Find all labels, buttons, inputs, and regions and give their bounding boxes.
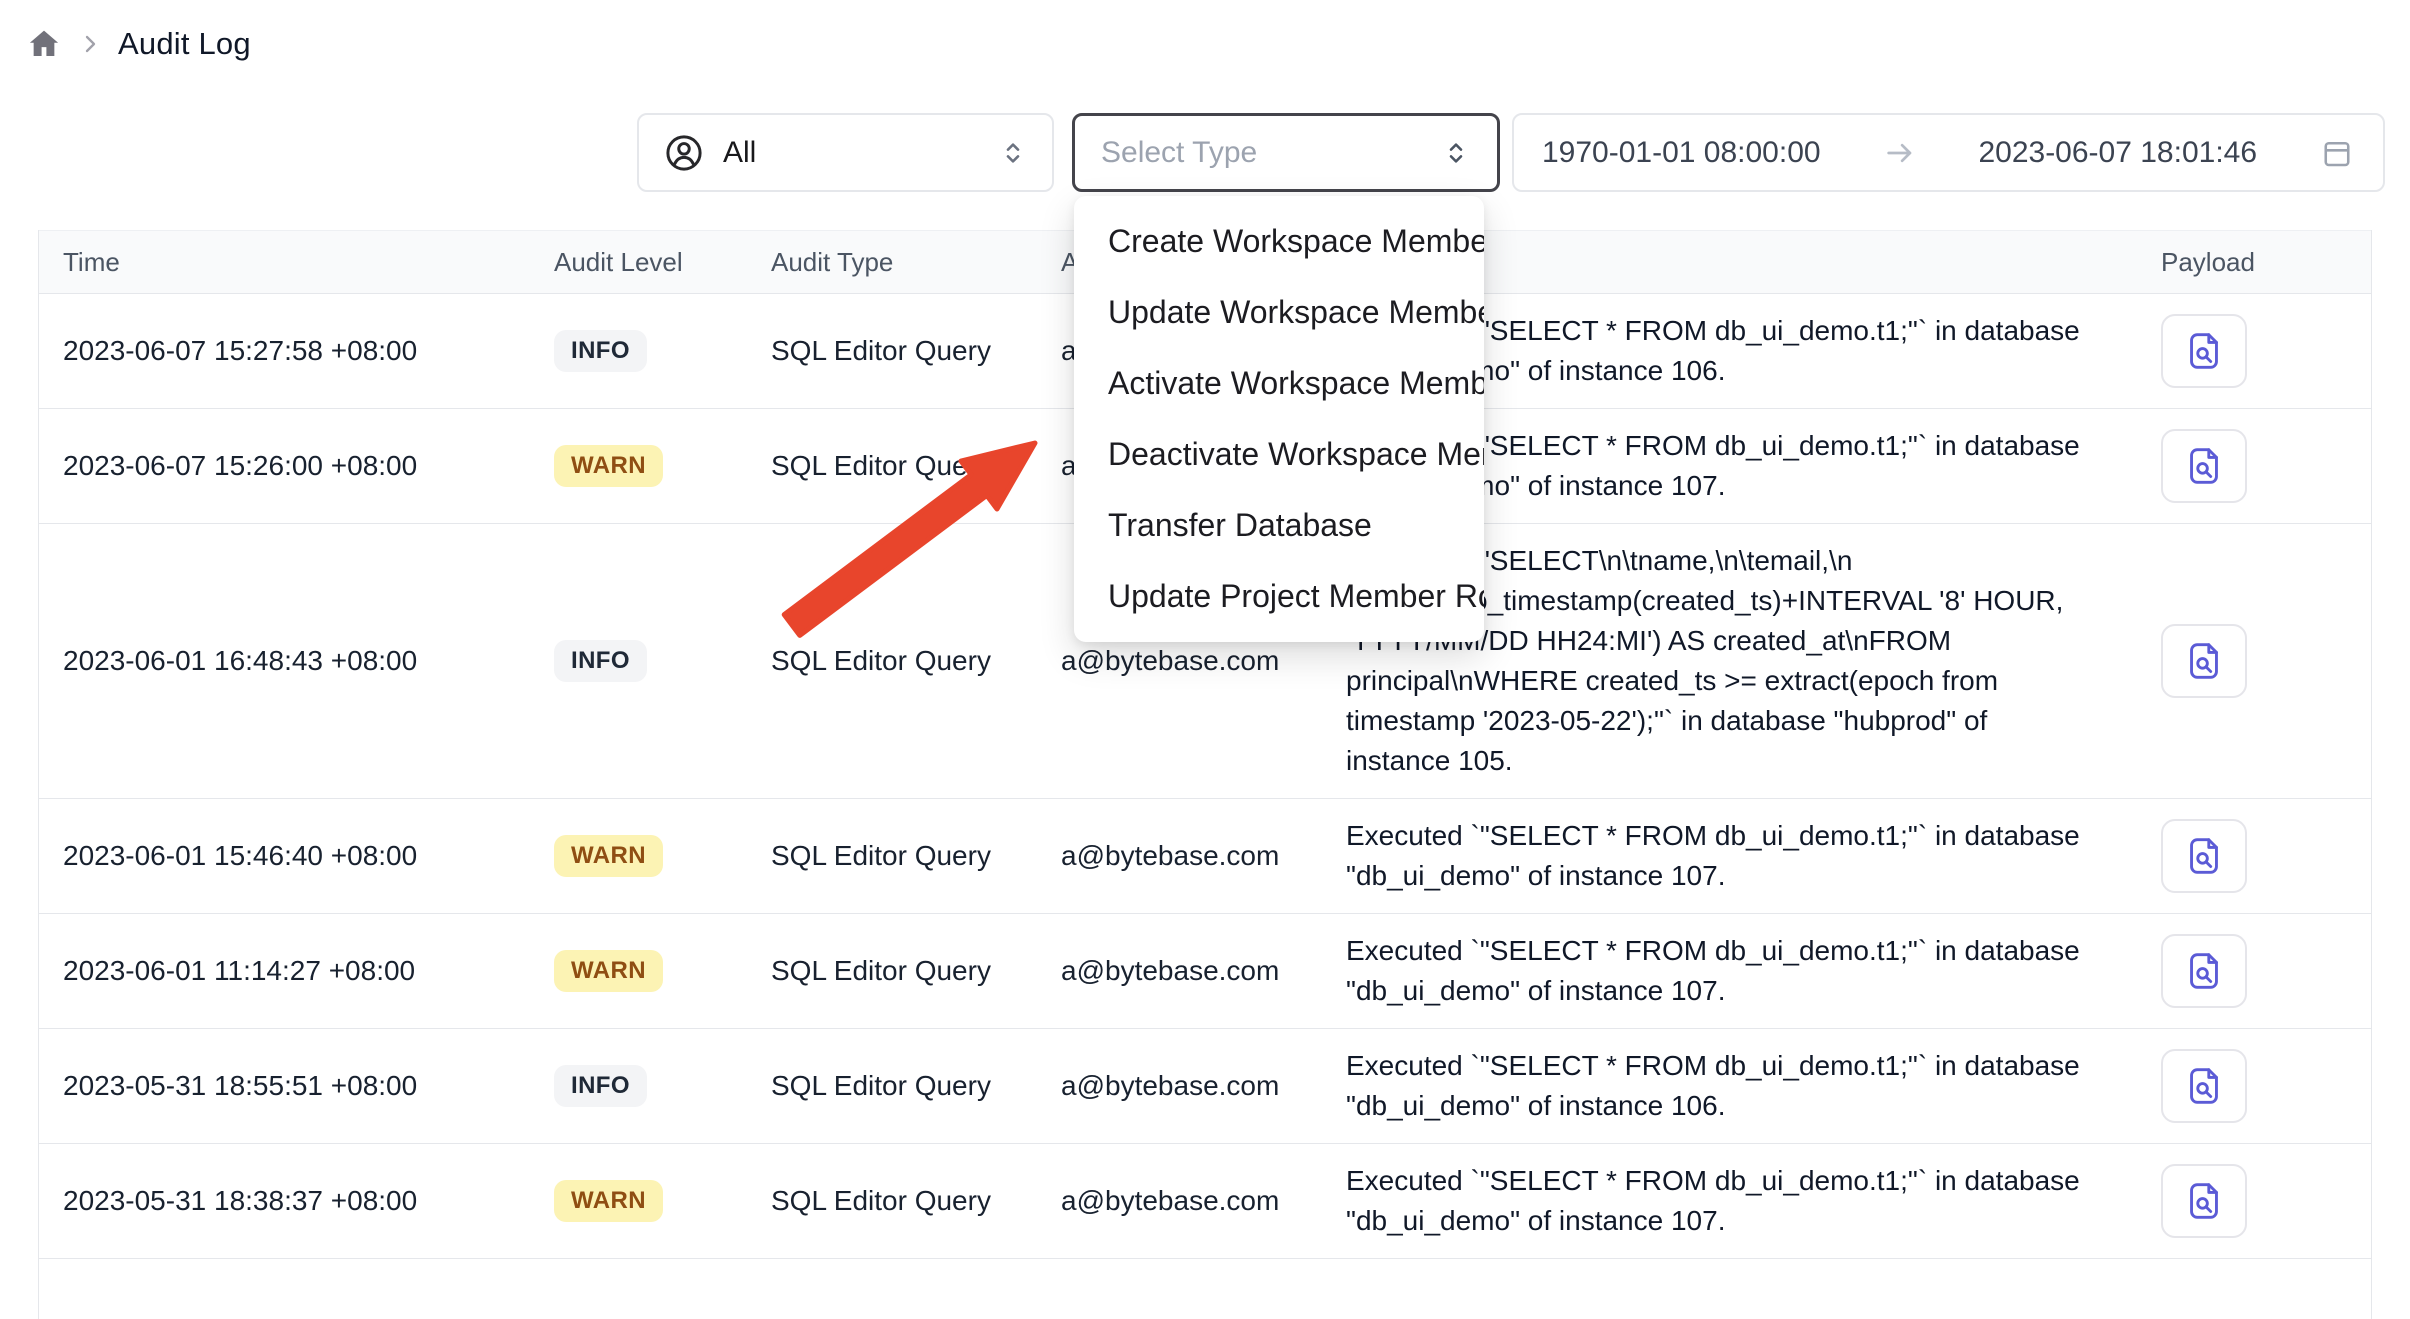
date-range-start[interactable]: 1970-01-01 08:00:00: [1542, 136, 1821, 170]
cell-comment: Executed `"SELECT * FROM db_ui_demo.t1;"…: [1346, 914, 2161, 1028]
type-filter-select[interactable]: Select Type: [1072, 113, 1500, 192]
view-payload-button[interactable]: [2161, 624, 2247, 698]
cell-time: 2023-05-31 18:55:51 +08:00: [39, 1070, 554, 1102]
cell-time: 2023-06-01 15:46:40 +08:00: [39, 840, 554, 872]
document-search-icon: [2181, 948, 2227, 994]
column-header-audit-level: Audit Level: [554, 247, 771, 278]
view-payload-button[interactable]: [2161, 934, 2247, 1008]
column-header-time: Time: [39, 247, 554, 278]
actor-filter-select[interactable]: All: [637, 113, 1054, 192]
cell-comment: Executed `"SELECT * FROM db_ui_demo.t1;"…: [1346, 799, 2161, 913]
chevron-right-icon: [78, 32, 102, 56]
cell-actor: a@bytebase.com: [1061, 840, 1346, 872]
type-select-dropdown-menu: Create Workspace Member Update Workspace…: [1074, 196, 1484, 642]
type-option[interactable]: Create Workspace Member: [1074, 206, 1484, 277]
type-filter-placeholder: Select Type: [1101, 136, 1257, 170]
cell-audit-type: SQL Editor Query: [771, 450, 1061, 482]
audit-level-badge: WARN: [554, 835, 663, 877]
document-search-icon: [2181, 1178, 2227, 1224]
actor-filter-value: All: [723, 136, 756, 170]
cell-audit-level: WARN: [554, 950, 771, 992]
type-option[interactable]: Update Project Member Role: [1074, 561, 1484, 632]
type-option[interactable]: Transfer Database: [1074, 490, 1484, 561]
cell-audit-type: SQL Editor Query: [771, 840, 1061, 872]
audit-level-badge: INFO: [554, 1065, 647, 1107]
document-search-icon: [2181, 1063, 2227, 1109]
cell-time: 2023-06-07 15:26:00 +08:00: [39, 450, 554, 482]
table-row-partial: [39, 1259, 2371, 1319]
table-row: 2023-05-31 18:55:51 +08:00 INFO SQL Edit…: [39, 1029, 2371, 1144]
type-option[interactable]: Activate Workspace Member: [1074, 348, 1484, 419]
audit-level-badge: WARN: [554, 445, 663, 487]
chevron-updown-icon: [1441, 136, 1471, 170]
audit-level-badge: INFO: [554, 330, 647, 372]
cell-audit-level: WARN: [554, 835, 771, 877]
cell-time: 2023-06-07 15:27:58 +08:00: [39, 335, 554, 367]
cell-audit-type: SQL Editor Query: [771, 1185, 1061, 1217]
home-icon[interactable]: [26, 26, 62, 62]
type-option[interactable]: Deactivate Workspace Member: [1074, 419, 1484, 490]
document-search-icon: [2181, 833, 2227, 879]
view-payload-button[interactable]: [2161, 314, 2247, 388]
cell-actor: a@bytebase.com: [1061, 955, 1346, 987]
column-header-payload: Payload: [2161, 247, 2373, 278]
document-search-icon: [2181, 443, 2227, 489]
cell-audit-level: INFO: [554, 1065, 771, 1107]
cell-comment: Executed `"SELECT * FROM db_ui_demo.t1;"…: [1346, 1144, 2161, 1258]
type-option[interactable]: Update Workspace Member: [1074, 277, 1484, 348]
view-payload-button[interactable]: [2161, 1164, 2247, 1238]
audit-level-badge: INFO: [554, 640, 647, 682]
view-payload-button[interactable]: [2161, 819, 2247, 893]
table-row: 2023-05-31 18:38:37 +08:00 WARN SQL Edit…: [39, 1144, 2371, 1259]
cell-audit-type: SQL Editor Query: [771, 955, 1061, 987]
user-icon: [663, 132, 705, 174]
view-payload-button[interactable]: [2161, 1049, 2247, 1123]
calendar-icon: [2319, 135, 2355, 171]
document-search-icon: [2181, 328, 2227, 374]
cell-audit-level: WARN: [554, 445, 771, 487]
cell-audit-level: INFO: [554, 330, 771, 372]
cell-audit-level: WARN: [554, 1180, 771, 1222]
audit-level-badge: WARN: [554, 1180, 663, 1222]
cell-audit-level: INFO: [554, 640, 771, 682]
cell-audit-type: SQL Editor Query: [771, 335, 1061, 367]
date-range-end[interactable]: 2023-06-07 18:01:46: [1978, 136, 2257, 170]
column-header-audit-type: Audit Type: [771, 247, 1061, 278]
cell-audit-type: SQL Editor Query: [771, 645, 1061, 677]
audit-level-badge: WARN: [554, 950, 663, 992]
cell-time: 2023-06-01 16:48:43 +08:00: [39, 645, 554, 677]
cell-actor: a@bytebase.com: [1061, 1070, 1346, 1102]
view-payload-button[interactable]: [2161, 429, 2247, 503]
cell-actor: a@bytebase.com: [1061, 645, 1346, 677]
cell-time: 2023-06-01 11:14:27 +08:00: [39, 955, 554, 987]
table-row: 2023-06-01 15:46:40 +08:00 WARN SQL Edit…: [39, 799, 2371, 914]
chevron-updown-icon: [998, 136, 1028, 170]
page-title: Audit Log: [118, 26, 251, 62]
cell-time: 2023-05-31 18:38:37 +08:00: [39, 1185, 554, 1217]
cell-comment: Executed `"SELECT * FROM db_ui_demo.t1;"…: [1346, 1029, 2161, 1143]
breadcrumb: Audit Log: [26, 26, 251, 62]
document-search-icon: [2181, 638, 2227, 684]
table-row: 2023-06-01 11:14:27 +08:00 WARN SQL Edit…: [39, 914, 2371, 1029]
date-range-picker[interactable]: 1970-01-01 08:00:00 2023-06-07 18:01:46: [1512, 113, 2385, 192]
cell-actor: a@bytebase.com: [1061, 1185, 1346, 1217]
arrow-right-icon: [1883, 136, 1917, 170]
cell-audit-type: SQL Editor Query: [771, 1070, 1061, 1102]
